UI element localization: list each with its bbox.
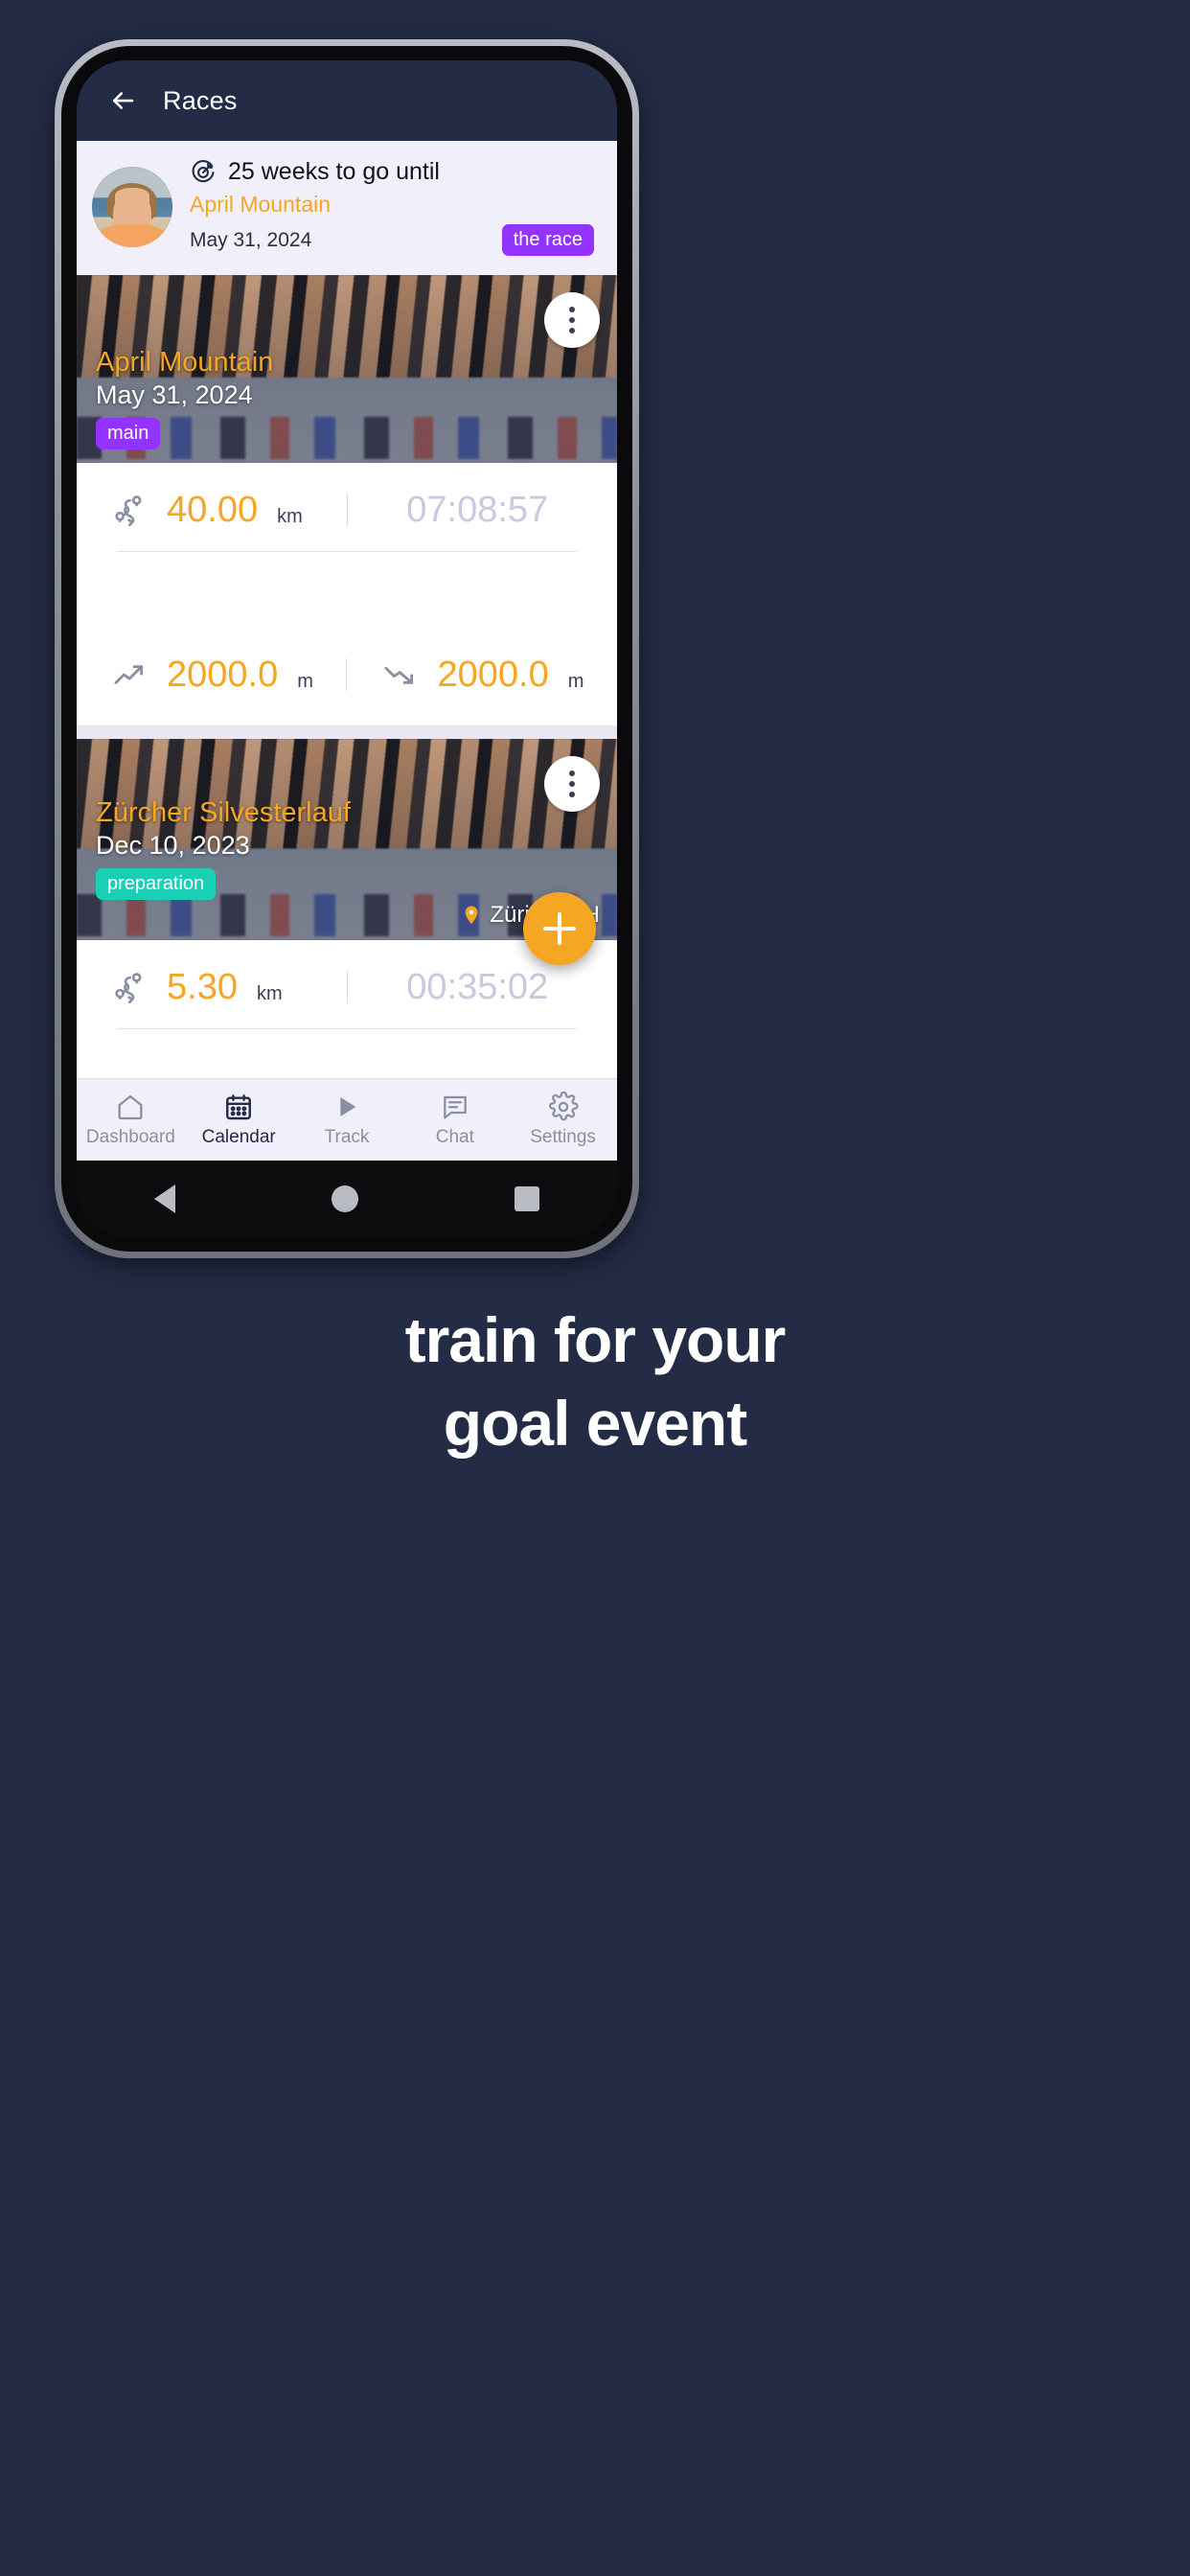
nav-item-calendar[interactable]: Calendar xyxy=(185,1092,293,1148)
race-type-badge: preparation xyxy=(96,868,217,900)
back-button[interactable] xyxy=(98,76,148,126)
race-descent-value: 2000.0 xyxy=(437,655,549,695)
countdown-race-name: April Mountain xyxy=(190,192,332,217)
race-title: April Mountain xyxy=(96,346,274,378)
triangle-back-icon[interactable] xyxy=(154,1184,176,1213)
race-badge-row: preparation xyxy=(96,868,598,900)
bottom-navigation: Dashboard Calendar Track Chat Settings xyxy=(77,1078,617,1161)
add-race-button[interactable] xyxy=(523,892,596,965)
race-ascent-unit: m xyxy=(297,671,313,692)
nav-label-dashboard: Dashboard xyxy=(85,1127,175,1147)
play-icon xyxy=(340,1097,356,1116)
race-card[interactable]: April Mountain May 31, 2024 main 40.00 k… xyxy=(77,275,617,725)
home-icon xyxy=(118,1094,143,1120)
route-icon xyxy=(109,966,151,1008)
phone-screen: Races 25 weeks to go until April Mountai… xyxy=(77,60,617,1237)
countdown-banner[interactable]: 25 weeks to go until April Mountain May … xyxy=(77,141,617,275)
nav-item-settings[interactable]: Settings xyxy=(509,1092,617,1148)
square-recents-icon[interactable] xyxy=(514,1186,539,1211)
marketing-caption: train for your goal event xyxy=(0,1299,1190,1465)
race-hero-text: April Mountain May 31, 2024 main xyxy=(96,347,598,449)
race-date: May 31, 2024 xyxy=(96,380,253,409)
race-ascent-value: 2000.0 xyxy=(167,655,279,695)
race-distance-stat: 40.00 km xyxy=(98,489,347,531)
trend-up-icon xyxy=(109,654,151,696)
scroll-content[interactable]: 25 weeks to go until April Mountain May … xyxy=(77,141,617,1078)
race-hero-image: April Mountain May 31, 2024 main xyxy=(77,275,617,463)
nav-item-chat[interactable]: Chat xyxy=(400,1092,509,1148)
race-date: Dec 10, 2023 xyxy=(96,831,250,860)
chat-lines-icon xyxy=(443,1095,467,1119)
countdown-headline-row: 25 weeks to go until xyxy=(190,158,602,186)
countdown-meta-row: May 31, 2024 the race xyxy=(190,224,602,256)
race-menu-button[interactable] xyxy=(544,756,600,812)
nav-label-chat: Chat xyxy=(435,1127,474,1147)
race-stats: 5.30 km 00:35:02 xyxy=(77,940,617,1078)
route-icon xyxy=(109,489,151,531)
race-time-stat: 07:08:57 xyxy=(348,492,597,528)
race-stats-row-elevation: 2000.0 m 2000.0 m xyxy=(77,633,617,716)
caption-line-1: train for your xyxy=(404,1304,787,1375)
caption-line-2: goal event xyxy=(443,1388,747,1460)
target-goal-icon xyxy=(192,159,215,182)
arrow-left-icon xyxy=(112,92,134,109)
avatar xyxy=(92,167,172,247)
nav-item-track[interactable]: Track xyxy=(293,1092,401,1148)
nav-label-settings: Settings xyxy=(530,1127,596,1147)
race-title: Zürcher Silvesterlauf xyxy=(96,796,351,828)
kebab-menu-icon xyxy=(569,305,575,336)
race-badge-row: main xyxy=(96,418,598,449)
page-title: Races xyxy=(163,85,238,115)
race-type-badge: main xyxy=(96,418,161,449)
gear-icon xyxy=(548,1092,579,1121)
race-time-stat: 00:35:02 xyxy=(348,969,597,1005)
countdown-date: May 31, 2024 xyxy=(190,228,312,251)
nav-item-dashboard[interactable]: Dashboard xyxy=(77,1092,185,1148)
calendar-icon xyxy=(226,1094,252,1120)
race-menu-button[interactable] xyxy=(544,292,600,348)
nav-label-track: Track xyxy=(324,1127,370,1147)
stats-separator xyxy=(117,551,577,633)
nav-label-calendar: Calendar xyxy=(201,1127,276,1147)
race-descent-unit: m xyxy=(567,671,584,692)
kebab-menu-icon xyxy=(569,769,575,800)
race-distance-stat: 5.30 km xyxy=(98,966,347,1008)
race-time-value: 07:08:57 xyxy=(406,490,549,530)
race-hero-text: Zürcher Silvesterlauf Dec 10, 2023 prepa… xyxy=(96,797,598,900)
race-distance-unit: km xyxy=(277,506,303,527)
race-distance-value: 5.30 xyxy=(167,967,238,1007)
race-distance-unit: km xyxy=(256,983,283,1004)
map-pin-icon xyxy=(465,906,478,925)
android-system-bar xyxy=(77,1161,617,1237)
countdown-text: 25 weeks to go until April Mountain May … xyxy=(190,158,602,256)
race-descent-stat: 2000.0 m xyxy=(347,654,596,696)
race-stats: 40.00 km 07:08:57 2000.0 m 2000.0 m xyxy=(77,463,617,725)
app-bar: Races xyxy=(77,60,617,141)
trend-down-icon xyxy=(379,654,422,696)
race-ascent-stat: 2000.0 m xyxy=(98,654,346,696)
race-time-value: 00:35:02 xyxy=(406,967,549,1007)
race-distance-value: 40.00 xyxy=(167,490,259,530)
race-stats-row-primary: 5.30 km 00:35:02 xyxy=(77,946,617,1028)
countdown-badge: the race xyxy=(501,224,594,256)
countdown-headline: 25 weeks to go until xyxy=(228,158,440,185)
race-card-list: April Mountain May 31, 2024 main 40.00 k… xyxy=(77,275,617,1078)
race-stats-row-primary: 40.00 km 07:08:57 xyxy=(77,469,617,551)
circle-home-icon[interactable] xyxy=(331,1185,358,1212)
stats-separator xyxy=(117,1028,577,1078)
phone-mockup: Races 25 weeks to go until April Mountai… xyxy=(55,39,639,1258)
